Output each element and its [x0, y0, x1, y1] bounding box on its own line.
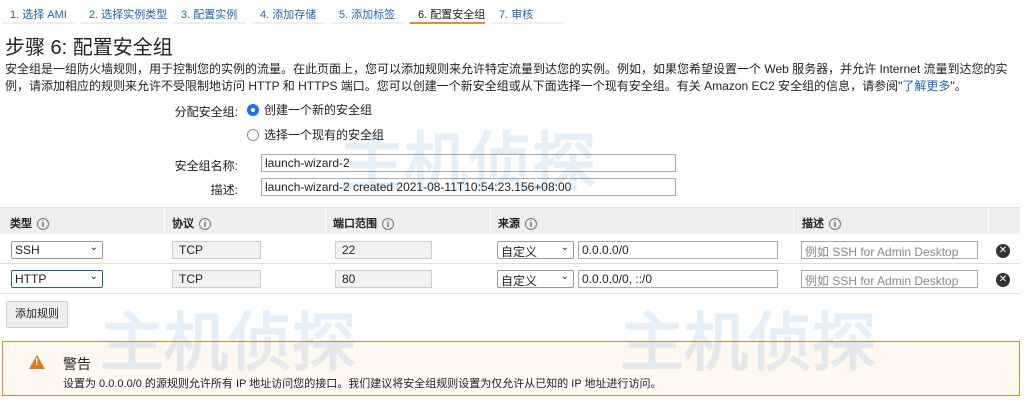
intro-end: "。 — [950, 79, 967, 93]
header-type: 类型 i — [10, 215, 49, 231]
radio-unselected[interactable] — [247, 128, 259, 141]
info-icon[interactable]: i — [37, 218, 49, 230]
chevron-down-icon: ⌄ — [89, 271, 98, 282]
rules-table-header: 类型 i 协议 i 端口范围 i 来源 i 描述 i — [0, 207, 1020, 235]
page-title: 步骤 6: 配置安全组 — [5, 37, 173, 59]
remove-rule-icon[interactable]: ✕ — [996, 244, 1010, 258]
description-input[interactable]: 例如 SSH for Admin Desktop — [801, 241, 978, 259]
source-input[interactable]: 0.0.0.0/0, ::/0 — [578, 270, 778, 288]
warning-text: 设置为 0.0.0.0/0 的源规则允许所有 IP 地址访问您的接口。我们建议将… — [63, 378, 662, 390]
warning-title: 警告 — [63, 356, 91, 372]
group-desc-input[interactable]: launch-wizard-2 created 2021-08-11T10:54… — [261, 178, 676, 196]
step-6[interactable]: 6. 配置安全组 — [410, 2, 485, 24]
step-3[interactable]: 3. 配置实例 — [173, 2, 246, 24]
header-protocol: 协议 i — [172, 215, 211, 231]
step-5[interactable]: 5. 添加标签 — [331, 2, 404, 24]
intro-text: 安全组是一组防火墙规则，用于控制您的实例的流量。在此页面上，您可以添加规则来允许… — [5, 61, 1019, 95]
table-row: HTTP ⌄ TCP 80 自定义 ⌄ 0.0.0.0/0, ::/0 例如 SSH… — [0, 264, 1020, 294]
group-name-input[interactable]: launch-wizard-2 — [261, 154, 676, 172]
info-icon[interactable]: i — [829, 218, 841, 230]
step-2[interactable]: 2. 选择实例类型 — [81, 2, 167, 24]
source-select[interactable]: 自定义 ⌄ — [497, 241, 574, 259]
wizard-steps: 1. 选择 AMI 2. 选择实例类型 3. 配置实例 4. 添加存储 5. 添… — [2, 2, 1024, 24]
intro-body: 安全组是一组防火墙规则，用于控制您的实例的流量。在此页面上，您可以添加规则来允许… — [5, 62, 1008, 93]
port-field: 80 — [335, 270, 432, 288]
radio-new-group[interactable]: 创建一个新的安全组 — [247, 101, 372, 118]
port-field: 22 — [335, 241, 432, 259]
type-select[interactable]: SSH ⌄ — [11, 241, 103, 259]
radio-existing-group[interactable]: 选择一个现有的安全组 — [247, 126, 384, 143]
chevron-down-icon: ⌄ — [560, 242, 569, 253]
header-desc: 描述 i — [802, 215, 841, 231]
warning-icon: ! — [29, 355, 45, 369]
step-7[interactable]: 7. 审核 — [491, 2, 564, 24]
step-4[interactable]: 4. 添加存储 — [252, 2, 325, 24]
add-rule-button[interactable]: 添加规则 — [6, 301, 68, 328]
description-input[interactable]: 例如 SSH for Admin Desktop — [801, 270, 978, 288]
info-icon[interactable]: i — [525, 218, 537, 230]
radio-selected[interactable] — [247, 103, 259, 116]
source-input[interactable]: 0.0.0.0/0 — [578, 241, 778, 259]
info-icon[interactable]: i — [382, 218, 394, 230]
learn-more-link[interactable]: 了解更多 — [902, 79, 950, 93]
source-select[interactable]: 自定义 ⌄ — [497, 270, 574, 288]
header-port: 端口范围 i — [333, 215, 394, 231]
option-new-label: 创建一个新的安全组 — [264, 103, 373, 117]
desc-label: 描述: — [210, 183, 238, 197]
remove-rule-icon[interactable]: ✕ — [996, 273, 1010, 287]
chevron-down-icon: ⌄ — [89, 242, 98, 253]
option-existing-label: 选择一个现有的安全组 — [264, 128, 385, 142]
table-row: SSH ⌄ TCP 22 自定义 ⌄ 0.0.0.0/0 例如 SSH for Ad… — [0, 234, 1020, 264]
header-source: 来源 i — [498, 215, 537, 231]
protocol-field: TCP — [172, 241, 261, 259]
chevron-down-icon: ⌄ — [560, 271, 569, 282]
assign-label: 分配安全组: — [174, 105, 238, 119]
protocol-field: TCP — [172, 270, 261, 288]
type-select[interactable]: HTTP ⌄ — [11, 270, 103, 288]
name-label: 安全组名称: — [174, 159, 238, 173]
step-1[interactable]: 1. 选择 AMI — [2, 2, 75, 24]
warning-banner: ! 警告 设置为 0.0.0.0/0 的源规则允许所有 IP 地址访问您的接口。… — [2, 341, 1020, 396]
info-icon[interactable]: i — [199, 218, 211, 230]
